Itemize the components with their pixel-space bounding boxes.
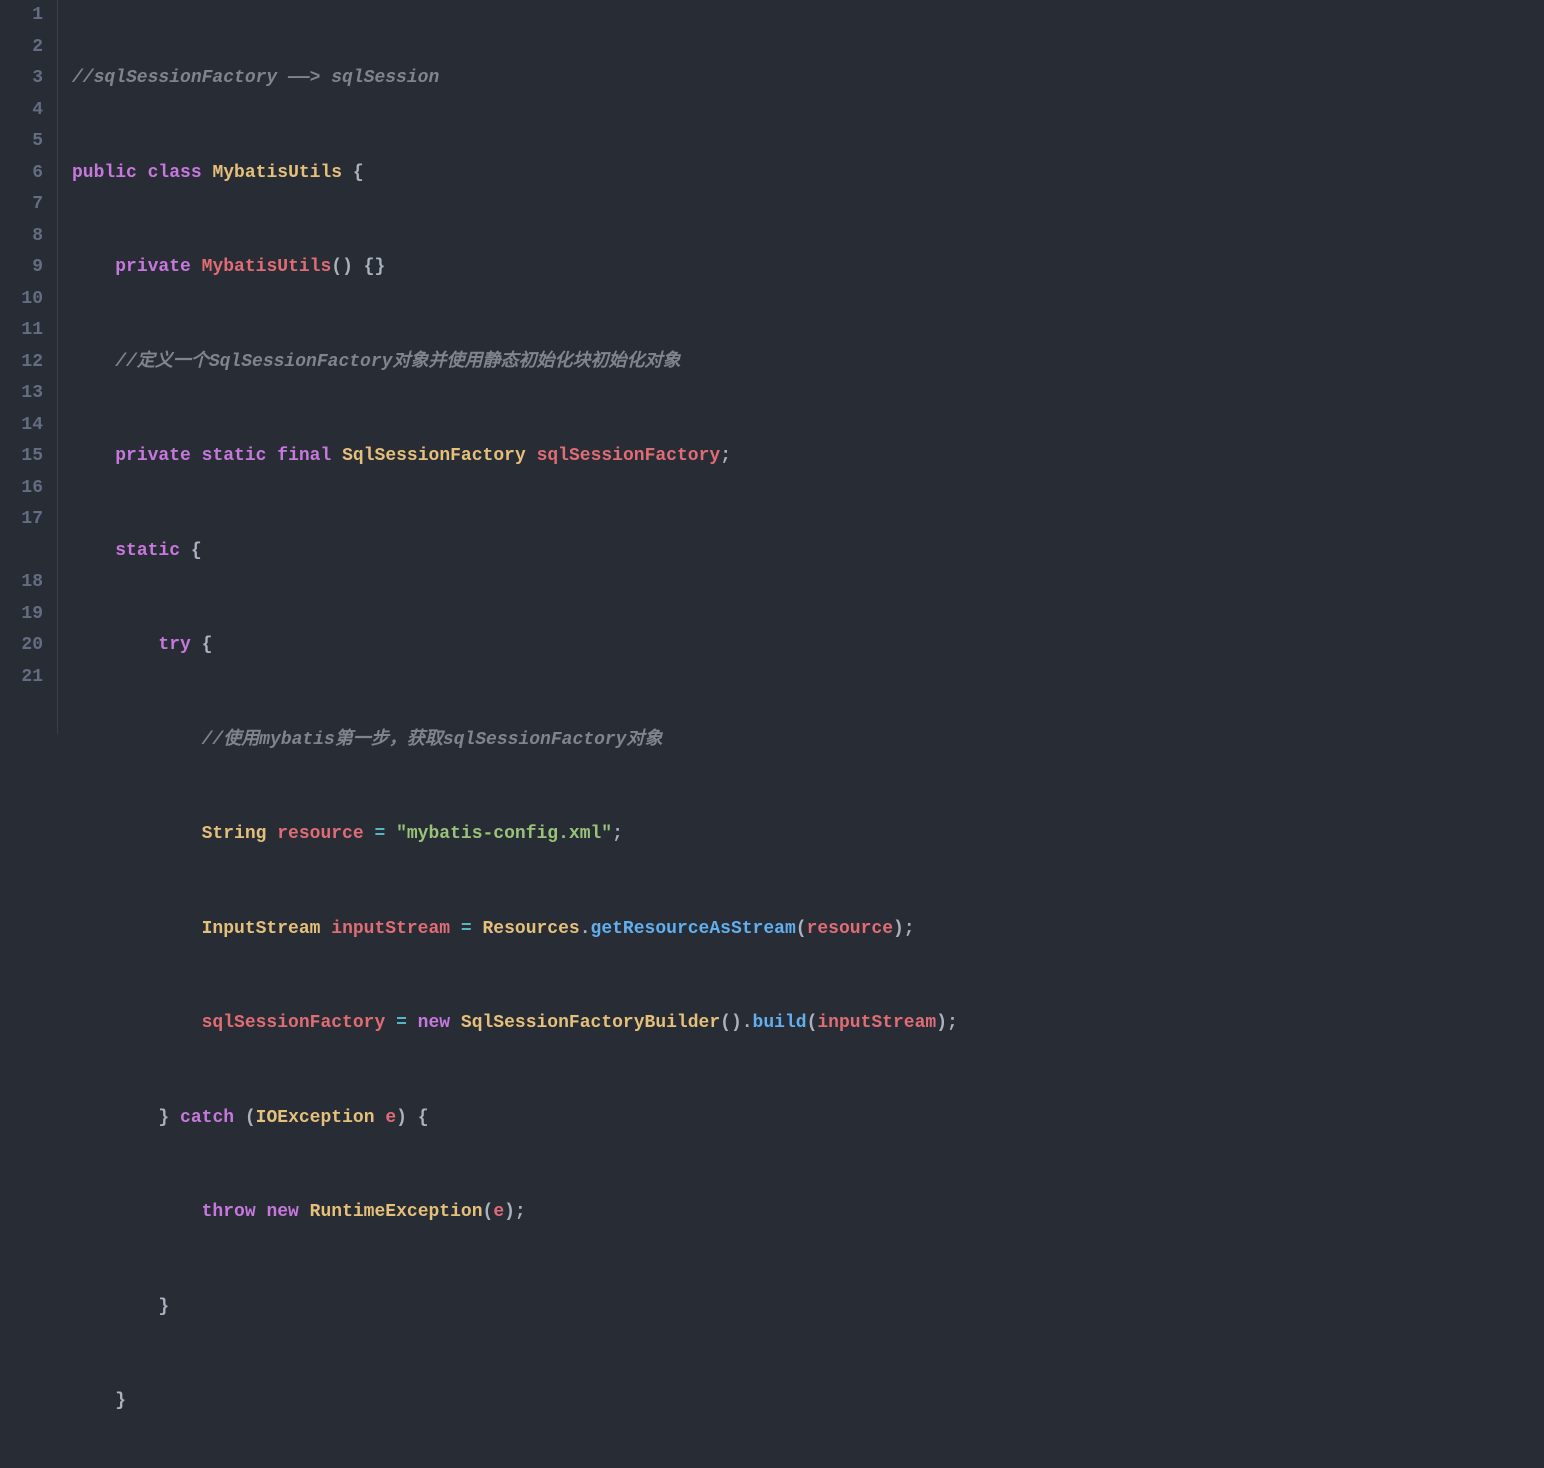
code-line[interactable]: //定义一个SqlSessionFactory对象并使用静态初始化块初始化对象	[72, 347, 1544, 379]
token-var: resource	[277, 824, 363, 844]
token-brace: {	[180, 541, 202, 561]
token-op: =	[450, 919, 482, 939]
line-number: 7	[0, 189, 43, 221]
line-number: 15	[0, 441, 43, 473]
code-line[interactable]: throw new RuntimeException(e);	[72, 1197, 1544, 1229]
token-type: String	[202, 824, 267, 844]
token-keyword: public	[72, 163, 137, 183]
token-paren: (	[796, 919, 807, 939]
line-number: 21	[0, 662, 43, 694]
token-keyword: new	[266, 1202, 298, 1222]
line-number-gutter: 1 2 3 4 5 6 7 8 9 10 11 12 13 14 15 16 1…	[0, 0, 58, 734]
line-number: 3	[0, 63, 43, 95]
line-number: 19	[0, 599, 43, 631]
token-paren: (	[483, 1202, 494, 1222]
token-paren-brace: ) {	[396, 1108, 428, 1128]
code-line[interactable]: sqlSessionFactory = new SqlSessionFactor…	[72, 1008, 1544, 1040]
line-number: 16	[0, 473, 43, 505]
token-var: inputStream	[331, 919, 450, 939]
token-keyword: private	[115, 446, 191, 466]
line-number: 17	[0, 504, 43, 567]
token-brace: }	[158, 1108, 169, 1128]
token-var: e	[385, 1108, 396, 1128]
token-string: "mybatis-config.xml"	[396, 824, 612, 844]
line-number: 12	[0, 347, 43, 379]
code-line[interactable]: } catch (IOException e) {	[72, 1103, 1544, 1135]
line-number: 1	[0, 0, 43, 32]
code-line[interactable]: //sqlSessionFactory ——> sqlSession	[72, 63, 1544, 95]
line-number: 10	[0, 284, 43, 316]
token-arg: inputStream	[817, 1013, 936, 1033]
token-paren: );	[936, 1013, 958, 1033]
token-keyword: new	[418, 1013, 450, 1033]
token-constructor: SqlSessionFactoryBuilder	[461, 1013, 720, 1033]
line-number: 4	[0, 95, 43, 127]
token-var: sqlSessionFactory	[537, 446, 721, 466]
token-arg: resource	[807, 919, 893, 939]
token-keyword: catch	[180, 1108, 234, 1128]
token-brace: }	[115, 1391, 126, 1411]
token-parens: ().	[720, 1013, 752, 1033]
token-keyword: class	[148, 163, 202, 183]
line-number: 18	[0, 567, 43, 599]
token-op: =	[364, 824, 396, 844]
token-keyword: try	[158, 635, 190, 655]
code-line[interactable]: private MybatisUtils() {}	[72, 252, 1544, 284]
token-type: SqlSessionFactory	[342, 446, 526, 466]
comment: //定义一个SqlSessionFactory对象并使用静态初始化块初始化对象	[115, 352, 680, 372]
line-number: 2	[0, 32, 43, 64]
line-number: 5	[0, 126, 43, 158]
comment: //使用mybatis第一步，获取sqlSessionFactory对象	[202, 730, 663, 750]
token-classname: MybatisUtils	[212, 163, 342, 183]
token-method: getResourceAsStream	[591, 919, 796, 939]
token-constructor: MybatisUtils	[202, 257, 332, 277]
code-line[interactable]: try {	[72, 630, 1544, 662]
code-line[interactable]: }	[72, 1292, 1544, 1324]
line-number: 13	[0, 378, 43, 410]
token-brace: }	[158, 1297, 169, 1317]
token-keyword: final	[277, 446, 331, 466]
line-number: 14	[0, 410, 43, 442]
line-number: 8	[0, 221, 43, 253]
line-number: 20	[0, 630, 43, 662]
token-paren: (	[234, 1108, 256, 1128]
token-arg: e	[493, 1202, 504, 1222]
token-type: RuntimeException	[310, 1202, 483, 1222]
code-line[interactable]: String resource = "mybatis-config.xml";	[72, 819, 1544, 851]
code-line[interactable]: private static final SqlSessionFactory s…	[72, 441, 1544, 473]
token-keyword: private	[115, 257, 191, 277]
token-semi: ;	[612, 824, 623, 844]
line-number: 9	[0, 252, 43, 284]
code-line[interactable]: static {	[72, 536, 1544, 568]
token-keyword: static	[115, 541, 180, 561]
token-semi: ;	[720, 446, 731, 466]
code-area[interactable]: //sqlSessionFactory ——> sqlSession publi…	[58, 0, 1544, 734]
token-keyword: throw	[202, 1202, 256, 1222]
token-type: IOException	[256, 1108, 375, 1128]
code-line[interactable]: InputStream inputStream = Resources.getR…	[72, 914, 1544, 946]
token-brace: {	[342, 163, 364, 183]
token-keyword: static	[202, 446, 267, 466]
code-line[interactable]: }	[72, 1386, 1544, 1418]
token-dot: .	[580, 919, 591, 939]
code-line[interactable]: public class MybatisUtils {	[72, 158, 1544, 190]
token-paren: );	[504, 1202, 526, 1222]
line-number: 11	[0, 315, 43, 347]
token-var: sqlSessionFactory	[202, 1013, 386, 1033]
code-line[interactable]: //使用mybatis第一步，获取sqlSessionFactory对象	[72, 725, 1544, 757]
token-brace: {	[191, 635, 213, 655]
token-op: =	[385, 1013, 417, 1033]
token-paren: (	[807, 1013, 818, 1033]
token-parens: () {}	[331, 257, 385, 277]
token-type: InputStream	[202, 919, 321, 939]
line-number: 6	[0, 158, 43, 190]
code-editor: 1 2 3 4 5 6 7 8 9 10 11 12 13 14 15 16 1…	[0, 0, 1544, 734]
comment: //sqlSessionFactory ——> sqlSession	[72, 68, 439, 88]
token-method: build	[753, 1013, 807, 1033]
token-class: Resources	[483, 919, 580, 939]
token-paren: );	[893, 919, 915, 939]
